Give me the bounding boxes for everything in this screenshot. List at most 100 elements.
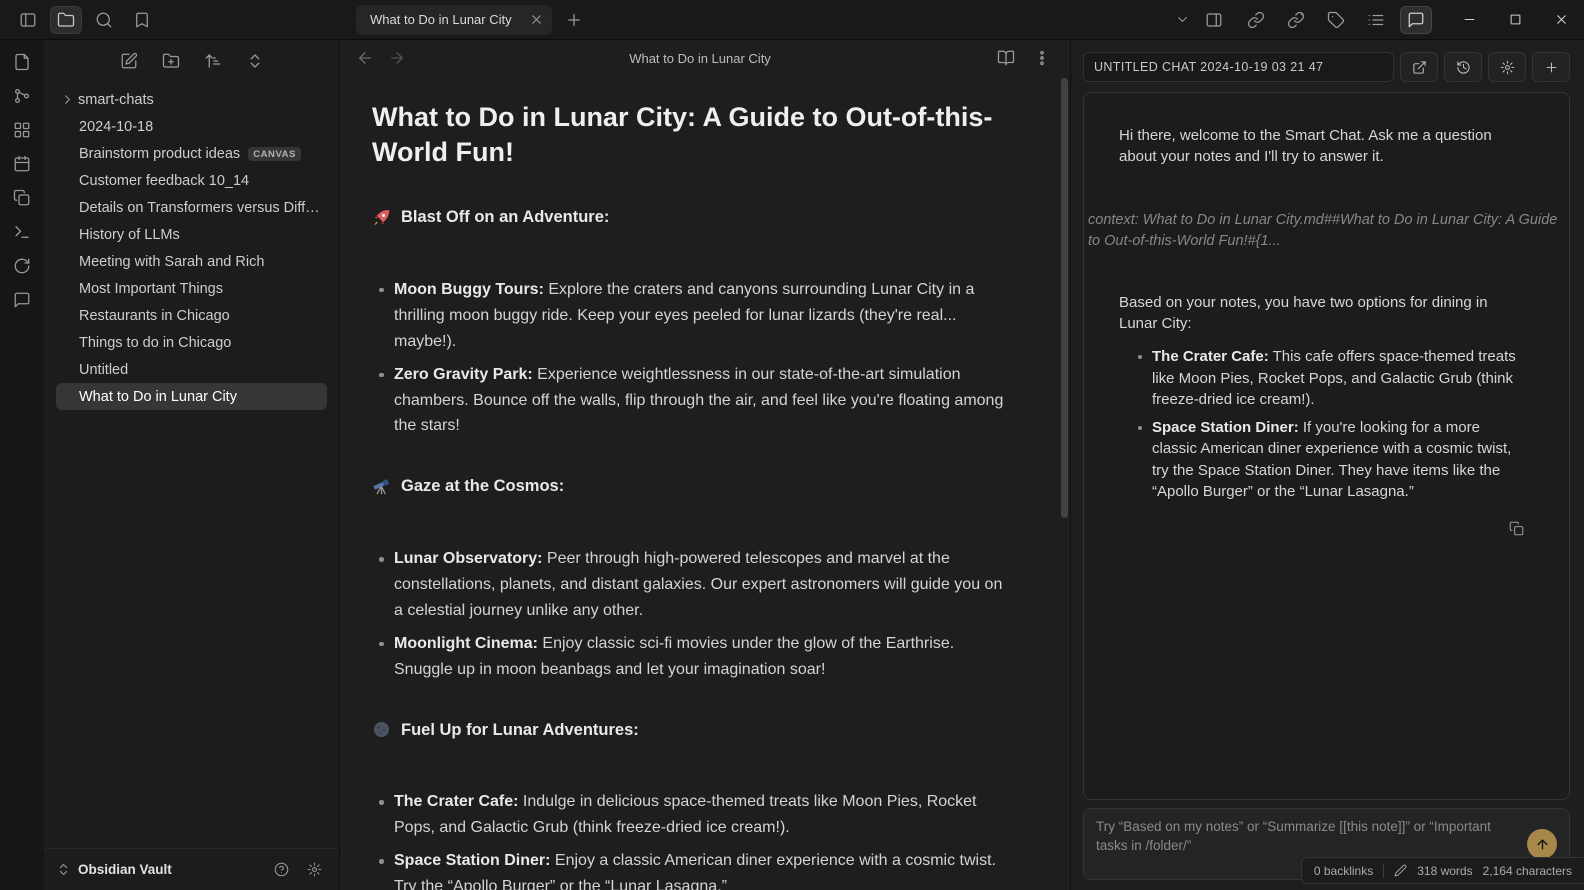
file-item[interactable]: Customer feedback 10_14 [56,167,327,194]
maximize-icon[interactable] [1492,0,1538,39]
chat-toggle-icon[interactable] [1400,6,1432,34]
file-item[interactable]: Meeting with Sarah and Rich [56,248,327,275]
item-lead: The Crater Cafe: [1152,348,1269,365]
plugin-icons-group [1240,6,1446,34]
new-folder-icon[interactable] [155,47,187,75]
chat-icon[interactable] [8,288,36,312]
tab-close-icon[interactable] [529,12,544,27]
editor-scrollbar[interactable] [1061,78,1068,518]
templates-icon[interactable] [8,186,36,210]
chat-messages: Hi there, welcome to the Smart Chat. Ask… [1083,92,1570,800]
gear-icon[interactable] [301,856,327,884]
folder-item-label: smart-chats [78,92,154,108]
backlinks-count[interactable]: 0 backlinks [1314,864,1373,878]
word-count: 318 words [1417,864,1472,878]
file-item-label: Untitled [79,362,128,378]
file-item-selected[interactable]: What to Do in Lunar City [56,383,327,410]
file-item[interactable]: Most Important Things [56,275,327,302]
note-content: What to Do in Lunar City: A Guide to Out… [340,76,1070,890]
chat-message-answer: Based on your notes, you have two option… [1119,292,1527,503]
vault-switcher[interactable]: Obsidian Vault [44,848,339,890]
copy-icon[interactable] [1503,516,1529,540]
reading-view-icon[interactable] [990,44,1022,72]
section-heading: Gaze at the Cosmos: [372,473,1010,500]
rocket-emoji-icon [372,208,391,227]
bullet-list: Moon Buggy Tours: Explore the craters an… [372,277,1010,439]
back-arrow-icon[interactable] [352,46,378,70]
new-tab-button[interactable] [558,6,590,34]
file-item-label: Most Important Things [79,281,223,297]
file-item[interactable]: Brainstorm product ideas CANVAS [56,140,327,167]
new-chat-plus-icon[interactable] [1532,52,1570,82]
chat-title[interactable]: UNTITLED CHAT 2024-10-19 03 21 47 [1083,52,1394,82]
obsidian-window: What to Do in Lunar City [0,0,1584,890]
tab-title: What to Do in Lunar City [370,12,519,27]
list-icon[interactable] [1360,6,1392,34]
list-item: Space Station Diner: Enjoy a classic Ame… [394,848,1010,890]
calendar-icon[interactable] [8,152,36,176]
file-item-label: Details on Transformers versus Diffusion… [79,200,327,216]
search-icon[interactable] [88,6,120,34]
message-actions [1084,516,1529,540]
canvas-badge: CANVAS [248,147,301,161]
edit-mode-indicator[interactable] [1394,864,1407,877]
help-icon[interactable] [268,856,294,884]
open-external-icon[interactable] [1400,52,1438,82]
section-heading-text: Blast Off on an Adventure: [401,204,609,231]
forward-arrow-icon[interactable] [384,46,410,70]
file-item[interactable]: Things to do in Chicago [56,329,327,356]
bullet-list: The Crater Cafe: Indulge in delicious sp… [372,789,1010,890]
list-item: Moonlight Cinema: Enjoy classic sci-fi m… [394,631,1010,683]
status-bar: 0 backlinks 318 words 2,164 characters [1301,857,1584,884]
file-item[interactable]: History of LLMs [56,221,327,248]
item-lead: The Crater Cafe: [394,793,518,810]
window-controls [1446,0,1584,39]
file-item[interactable]: 2024-10-18 [56,113,327,140]
chat-settings-gear-icon[interactable] [1488,52,1526,82]
file-item[interactable]: Untitled [56,356,327,383]
answer-intro: Based on your notes, you have two option… [1119,292,1527,335]
minimize-icon[interactable] [1446,0,1492,39]
bullet-list: Lunar Observatory: Peer through high-pow… [372,546,1010,683]
chevron-down-icon[interactable] [1166,6,1198,34]
terminal-icon[interactable] [8,220,36,244]
panel-right-icon[interactable] [1198,6,1230,34]
nav-arrows [352,46,410,70]
list-item: Moon Buggy Tours: Explore the craters an… [394,277,1010,355]
file-item-label: Customer feedback 10_14 [79,173,249,189]
bookmark-icon[interactable] [126,6,158,34]
canvas-icon[interactable] [8,118,36,142]
tag-icon[interactable] [1320,6,1352,34]
collapse-all-icon[interactable] [239,47,271,75]
close-icon[interactable] [1538,0,1584,39]
folder-item-smart-chats[interactable]: smart-chats [56,86,327,113]
new-note-icon[interactable] [113,47,145,75]
sort-icon[interactable] [197,47,229,75]
smart-connections-icon[interactable] [1240,6,1272,34]
ribbon [0,40,44,890]
item-lead: Moon Buggy Tours: [394,281,544,298]
file-item-label: Things to do in Chicago [79,335,231,351]
tab-bar: What to Do in Lunar City [340,0,1240,39]
history-icon[interactable] [1444,52,1482,82]
send-icon[interactable] [1527,829,1557,859]
editor-pane: What to Do in Lunar City What to Do in L… [340,40,1070,890]
sync-icon[interactable] [8,254,36,278]
vault-chevrons-icon [56,862,71,877]
more-options-icon[interactable] [1026,44,1058,72]
smart-link-icon[interactable] [1280,6,1312,34]
folder-icon[interactable] [50,6,82,34]
note-icon[interactable] [8,50,36,74]
tab-what-to-do-in-lunar-city[interactable]: What to Do in Lunar City [356,5,552,35]
chat-context-note: context: What to Do in Lunar City.md##Wh… [1088,210,1563,252]
file-item-label: Restaurants in Chicago [79,308,230,324]
graph-icon[interactable] [8,84,36,108]
pencil-icon [1394,864,1407,877]
file-item[interactable]: Details on Transformers versus Diffusion… [56,194,327,221]
panel-left-icon[interactable] [12,6,44,34]
file-item[interactable]: Restaurants in Chicago [56,302,327,329]
file-item-label: History of LLMs [79,227,180,243]
greeting-text: Hi there, welcome to the Smart Chat. Ask… [1119,127,1492,165]
file-explorer-toolbar [44,40,339,82]
editor-header: What to Do in Lunar City [340,40,1070,76]
